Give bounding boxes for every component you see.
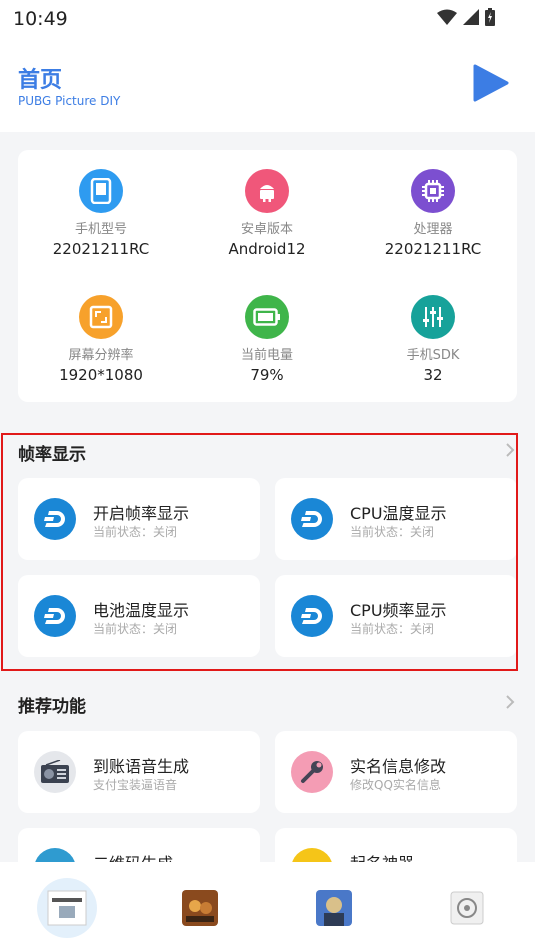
home-thumbnail-icon: [47, 890, 87, 926]
device-info-card: 手机型号 22021211RC 安卓版本 Android12 处理器 22021…: [18, 150, 517, 402]
play-button[interactable]: [473, 64, 509, 102]
tile-battery-temp[interactable]: 电池温度显示 当前状态：关闭: [18, 575, 260, 657]
info-value: Android12: [228, 240, 306, 258]
info-value: 22021211RC: [52, 240, 150, 258]
tile-fps-display[interactable]: 开启帧率显示 当前状态：关闭: [18, 478, 260, 560]
info-resolution: 屏幕分辨率 1920*1080: [18, 295, 184, 384]
info-label: 处理器: [413, 222, 453, 237]
info-phone-model: 手机型号 22021211RC: [18, 169, 184, 258]
dash-icon: [34, 595, 76, 637]
sliders-icon: [411, 295, 455, 339]
tile-cpu-temp[interactable]: CPU温度显示 当前状态：关闭: [275, 478, 517, 560]
header: 首页 PUBG Picture DIY: [0, 40, 535, 132]
recommend-section-title: 推荐功能: [18, 697, 86, 717]
chevron-right-icon[interactable]: [505, 695, 515, 709]
status-icons: [437, 8, 495, 26]
tile-voice-generator[interactable]: 到账语音生成 支付宝装逼语音: [18, 731, 260, 813]
tile-status: 当前状态：关闭: [93, 525, 178, 539]
info-label: 屏幕分辨率: [68, 348, 134, 363]
settings-icon: [450, 891, 484, 925]
tile-subtitle: 修改QQ实名信息: [350, 778, 441, 792]
dash-icon: [34, 498, 76, 540]
nav-game-1[interactable]: [170, 878, 230, 938]
page-subtitle: PUBG Picture DIY: [18, 94, 121, 108]
chevron-right-icon[interactable]: [505, 443, 515, 457]
tile-status: 当前状态：关闭: [350, 622, 435, 636]
tile-title: CPU温度显示: [350, 504, 447, 523]
tile-title: 开启帧率显示: [93, 504, 190, 523]
info-label: 安卓版本: [240, 222, 293, 237]
info-value: 22021211RC: [384, 240, 482, 258]
tile-status: 当前状态：关闭: [350, 525, 435, 539]
status-time: 10:49: [13, 8, 68, 30]
info-label: 手机SDK: [406, 348, 460, 363]
tile-title: 实名信息修改: [350, 757, 447, 776]
info-processor: 处理器 22021211RC: [350, 169, 516, 258]
frame-section-title: 帧率显示: [18, 445, 86, 465]
nav-settings[interactable]: [437, 878, 497, 938]
info-battery: 当前电量 79%: [184, 295, 350, 384]
info-android-version: 安卓版本 Android12: [184, 169, 350, 258]
nav-home[interactable]: [37, 878, 97, 938]
info-value: 1920*1080: [59, 366, 143, 384]
tile-cpu-freq[interactable]: CPU频率显示 当前状态：关闭: [275, 575, 517, 657]
screen-icon: [79, 295, 123, 339]
nav-game-2[interactable]: [304, 878, 364, 938]
info-label: 手机型号: [74, 222, 127, 237]
phone-icon: [79, 169, 123, 213]
tile-realname-edit[interactable]: 实名信息修改 修改QQ实名信息: [275, 731, 517, 813]
dash-icon: [291, 498, 333, 540]
tile-title: 到账语音生成: [93, 757, 190, 776]
android-icon: [245, 169, 289, 213]
info-value: 79%: [250, 366, 284, 384]
radio-icon: [34, 751, 76, 793]
cpu-icon: [411, 169, 455, 213]
wifi-icon: [437, 9, 457, 25]
tile-title: 电池温度显示: [93, 601, 190, 620]
pubg-thumbnail-icon: [316, 890, 352, 926]
info-label: 当前电量: [240, 348, 293, 363]
tile-status: 当前状态：关闭: [93, 622, 178, 636]
info-value: 32: [423, 366, 443, 384]
game-thumbnail-icon: [182, 890, 218, 926]
dash-icon: [291, 595, 333, 637]
tile-subtitle: 支付宝装逼语音: [93, 778, 178, 792]
status-bar: 10:49: [0, 0, 535, 40]
tile-title: CPU频率显示: [350, 601, 447, 620]
page-title: 首页: [18, 68, 63, 93]
signal-icon: [463, 9, 479, 25]
battery-icon: [245, 295, 289, 339]
info-sdk: 手机SDK 32: [350, 295, 516, 384]
wrench-icon: [291, 751, 333, 793]
battery-charging-icon: [485, 8, 495, 26]
bottom-nav: [0, 862, 535, 951]
